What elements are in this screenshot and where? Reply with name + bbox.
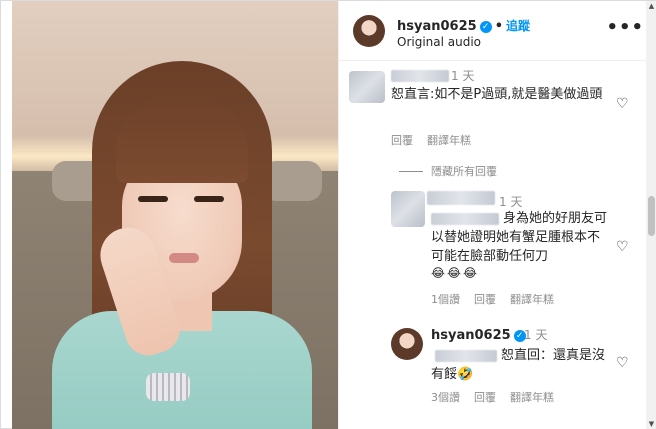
translate-button[interactable]: 翻譯年糕 (510, 293, 554, 306)
hide-replies-button[interactable]: 隱藏所有回覆 (431, 163, 497, 179)
like-heart-icon[interactable]: ♡ (616, 240, 630, 254)
reply-button[interactable]: 回覆 (474, 391, 496, 404)
post-video[interactable] (12, 1, 338, 429)
comment-time: 1 天 (451, 69, 475, 83)
translate-button[interactable]: 翻譯年糕 (510, 391, 554, 404)
redacted-avatar (391, 191, 425, 227)
reply-actions: 3個讚 回覆 翻譯年糕 (431, 389, 568, 405)
avatar[interactable] (353, 15, 385, 47)
follow-button[interactable]: 追蹤 (506, 19, 530, 33)
reply-time: 1 天 (524, 328, 548, 342)
redacted-username (391, 70, 449, 82)
eye-right (194, 196, 224, 202)
scroll-down-icon[interactable]: ▼ (648, 420, 655, 428)
scroll-up-icon[interactable]: ▲ (648, 2, 655, 10)
translate-button[interactable]: 翻譯年糕 (427, 134, 471, 147)
divider-line (399, 171, 423, 172)
eye-left (138, 196, 168, 202)
likes-count[interactable]: 3個讚 (431, 391, 460, 404)
like-heart-icon[interactable]: ♡ (616, 97, 630, 111)
comments-panel: hsyan0625 ✓ • 追蹤 Original audio ••• 1 天 恕直言… (338, 1, 656, 429)
emoji: 🤣 (457, 367, 474, 382)
likes-count[interactable]: 1個讚 (431, 293, 460, 306)
comment-actions: 回覆 翻譯年糕 (391, 132, 485, 148)
comment-text: 恕直言:如不是P過頭,就是醫美做過頭 (391, 87, 603, 102)
reply-author: hsyan0625 ✓ (431, 328, 526, 343)
like-heart-icon[interactable]: ♡ (616, 356, 630, 370)
redacted-avatar (349, 71, 385, 103)
post-author: hsyan0625 ✓ • 追蹤 (397, 17, 530, 34)
redacted-username (427, 191, 495, 205)
verified-icon: ✓ (479, 21, 492, 33)
author-username[interactable]: hsyan0625 (431, 328, 511, 343)
scroll-thumb[interactable] (648, 196, 655, 236)
reply-actions: 1個讚 回覆 翻譯年糕 (431, 291, 568, 307)
avatar[interactable] (391, 328, 423, 360)
scrollbar[interactable]: ▲ ▼ (646, 1, 656, 429)
audio-label[interactable]: Original audio (397, 35, 481, 49)
lips (169, 253, 199, 263)
more-options-icon[interactable]: ••• (606, 17, 644, 38)
instagram-post-window: hsyan0625 ✓ • 追蹤 Original audio ••• 1 天 恕直言… (0, 0, 656, 429)
reply-text: 恕直回：還真是沒有餒🤣 (431, 348, 606, 382)
reply-button[interactable]: 回覆 (391, 134, 413, 147)
bracelet (146, 373, 190, 401)
reply-text: 身為她的好朋友可以替她證明她有蟹足腫根本不可能在臉部動任何刀 (431, 211, 608, 264)
reply-button[interactable]: 回覆 (474, 293, 496, 306)
separator-dot: • (494, 19, 503, 34)
author-username[interactable]: hsyan0625 (397, 19, 477, 34)
reply-emojis: 😂😂😂 (431, 266, 480, 280)
post-header: hsyan0625 ✓ • 追蹤 Original audio ••• (339, 1, 656, 61)
